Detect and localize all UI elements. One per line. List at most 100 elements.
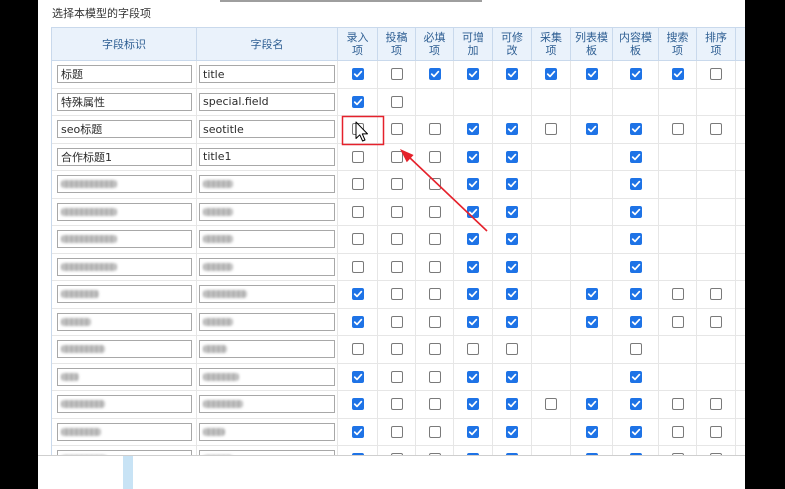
- input-item-checkbox[interactable]: [351, 205, 364, 218]
- input-item-checkbox[interactable]: [351, 178, 364, 191]
- input-item-checkbox[interactable]: [351, 370, 364, 383]
- collect-item-checkbox[interactable]: [545, 398, 557, 411]
- field-name-input[interactable]: [199, 312, 335, 331]
- content-template-checkbox[interactable]: [629, 288, 642, 301]
- submit-item-checkbox[interactable]: [390, 398, 403, 411]
- field-id-input[interactable]: [57, 422, 192, 441]
- submit-item-checkbox[interactable]: [390, 95, 403, 108]
- field-name-input[interactable]: [199, 202, 335, 221]
- list-template-checkbox[interactable]: [585, 315, 598, 328]
- content-template-checkbox[interactable]: [629, 68, 642, 81]
- input-item-checkbox[interactable]: [351, 425, 364, 438]
- list-template-checkbox[interactable]: [585, 398, 598, 411]
- content-template-checkbox[interactable]: [629, 260, 642, 273]
- submit-item-checkbox[interactable]: [390, 343, 403, 356]
- field-id-input[interactable]: seo标题: [57, 120, 192, 139]
- field-name-input[interactable]: [199, 395, 335, 414]
- field-id-input[interactable]: [57, 367, 192, 386]
- editable-checkbox[interactable]: [506, 205, 518, 218]
- list-template-checkbox[interactable]: [585, 425, 598, 438]
- content-template-checkbox[interactable]: [629, 178, 642, 191]
- field-name-input[interactable]: title1: [199, 147, 335, 166]
- editable-checkbox[interactable]: [506, 260, 518, 273]
- field-name-input[interactable]: seotitle: [199, 120, 335, 139]
- required-item-checkbox[interactable]: [428, 150, 441, 163]
- field-id-input[interactable]: [57, 312, 192, 331]
- field-id-input[interactable]: 合作标题1: [57, 147, 192, 166]
- required-item-checkbox[interactable]: [428, 68, 441, 81]
- field-name-input[interactable]: [199, 285, 335, 304]
- field-name-input[interactable]: [199, 230, 335, 249]
- submit-item-checkbox[interactable]: [390, 178, 403, 191]
- list-template-checkbox[interactable]: [585, 123, 598, 136]
- field-name-input[interactable]: title: [199, 65, 335, 84]
- addable-checkbox[interactable]: [467, 68, 479, 81]
- editable-checkbox[interactable]: [506, 233, 518, 246]
- field-id-input[interactable]: 特殊属性: [57, 92, 192, 111]
- content-template-checkbox[interactable]: [629, 370, 642, 383]
- editable-checkbox[interactable]: [506, 150, 518, 163]
- top-scrollbar-thumb[interactable]: [220, 0, 482, 2]
- required-item-checkbox[interactable]: [428, 398, 441, 411]
- required-item-checkbox[interactable]: [428, 425, 441, 438]
- list-template-checkbox[interactable]: [585, 288, 598, 301]
- submit-item-checkbox[interactable]: [390, 150, 403, 163]
- editable-checkbox[interactable]: [506, 398, 518, 411]
- collect-item-checkbox[interactable]: [545, 123, 557, 136]
- submit-item-checkbox[interactable]: [390, 425, 403, 438]
- content-template-checkbox[interactable]: [629, 315, 642, 328]
- input-item-checkbox[interactable]: [351, 95, 364, 108]
- field-id-input[interactable]: [57, 257, 192, 276]
- input-item-checkbox[interactable]: [351, 233, 364, 246]
- content-template-checkbox[interactable]: [629, 398, 642, 411]
- content-template-checkbox[interactable]: [629, 343, 642, 356]
- submit-item-checkbox[interactable]: [390, 370, 403, 383]
- required-item-checkbox[interactable]: [428, 233, 441, 246]
- addable-checkbox[interactable]: [467, 315, 479, 328]
- required-item-checkbox[interactable]: [428, 315, 441, 328]
- submit-item-checkbox[interactable]: [390, 68, 403, 81]
- submit-item-checkbox[interactable]: [390, 123, 403, 136]
- search-item-checkbox[interactable]: [671, 398, 684, 411]
- editable-checkbox[interactable]: [506, 315, 518, 328]
- input-item-checkbox[interactable]: [351, 343, 364, 356]
- required-item-checkbox[interactable]: [428, 370, 441, 383]
- field-name-input[interactable]: [199, 175, 335, 194]
- content-template-checkbox[interactable]: [629, 205, 642, 218]
- field-name-input[interactable]: special.field: [199, 92, 335, 111]
- input-item-checkbox[interactable]: [351, 288, 364, 301]
- required-item-checkbox[interactable]: [428, 288, 441, 301]
- addable-checkbox[interactable]: [467, 205, 479, 218]
- required-item-checkbox[interactable]: [428, 260, 441, 273]
- addable-checkbox[interactable]: [467, 150, 479, 163]
- input-item-checkbox[interactable]: [351, 260, 364, 273]
- list-template-checkbox[interactable]: [585, 68, 598, 81]
- search-item-checkbox[interactable]: [671, 315, 684, 328]
- content-template-checkbox[interactable]: [629, 233, 642, 246]
- addable-checkbox[interactable]: [467, 425, 479, 438]
- submit-item-checkbox[interactable]: [390, 205, 403, 218]
- addable-checkbox[interactable]: [467, 398, 479, 411]
- field-id-input[interactable]: [57, 202, 192, 221]
- content-template-checkbox[interactable]: [629, 425, 642, 438]
- field-id-input[interactable]: 标题: [57, 65, 192, 84]
- submit-item-checkbox[interactable]: [390, 260, 403, 273]
- sort-item-checkbox[interactable]: [710, 425, 722, 438]
- field-id-input[interactable]: [57, 175, 192, 194]
- content-template-checkbox[interactable]: [629, 123, 642, 136]
- submit-item-checkbox[interactable]: [390, 233, 403, 246]
- input-item-checkbox[interactable]: [351, 150, 364, 163]
- collect-item-checkbox[interactable]: [545, 68, 557, 81]
- field-id-input[interactable]: [57, 285, 192, 304]
- editable-checkbox[interactable]: [506, 123, 518, 136]
- input-item-checkbox[interactable]: [351, 315, 364, 328]
- addable-checkbox[interactable]: [467, 288, 479, 301]
- editable-checkbox[interactable]: [506, 343, 518, 356]
- sort-item-checkbox[interactable]: [710, 123, 722, 136]
- editable-checkbox[interactable]: [506, 68, 518, 81]
- submit-item-checkbox[interactable]: [390, 315, 403, 328]
- submit-item-checkbox[interactable]: [390, 288, 403, 301]
- addable-checkbox[interactable]: [467, 343, 479, 356]
- field-name-input[interactable]: [199, 422, 335, 441]
- input-item-checkbox[interactable]: [351, 68, 364, 81]
